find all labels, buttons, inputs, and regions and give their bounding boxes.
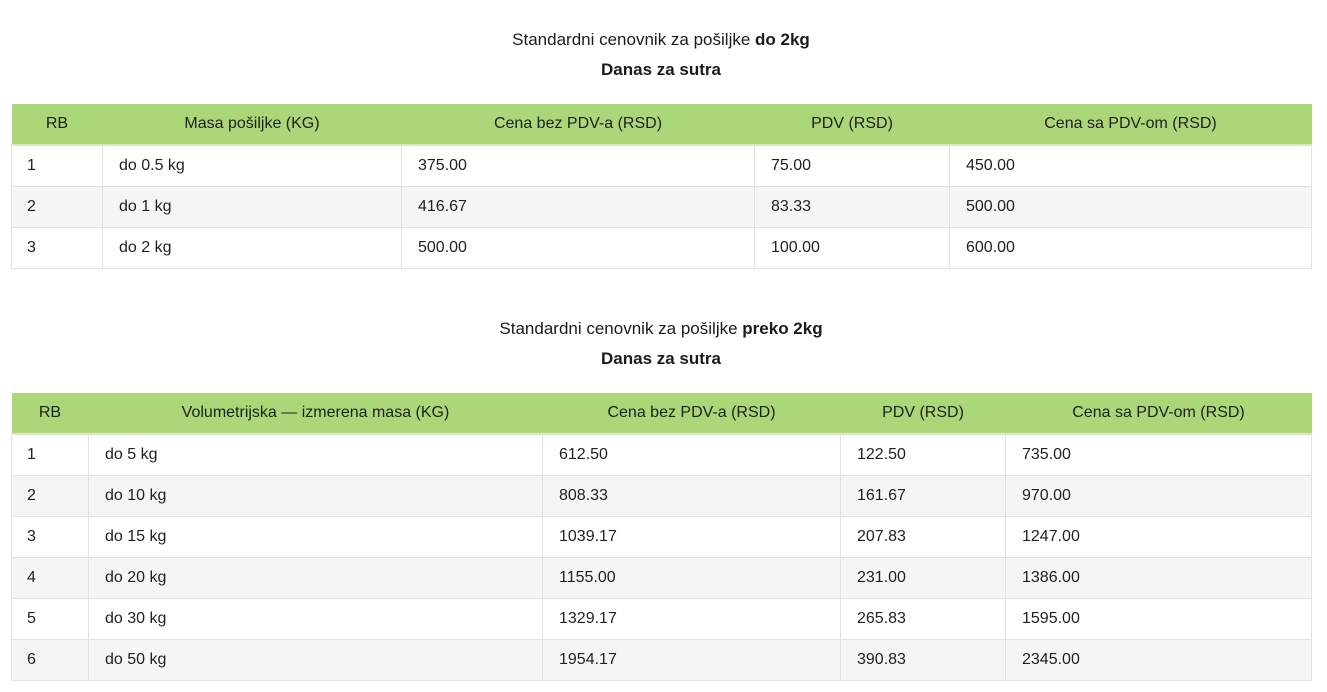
- header-price-without-vat: Cena bez PDV-a (RSD): [401, 104, 755, 146]
- table-header-row: RB Masa pošiljke (KG) Cena bez PDV-a (RS…: [11, 104, 1312, 146]
- header-price-with-vat: Cena sa PDV-om (RSD): [1005, 393, 1312, 435]
- table-title: Standardni cenovnik za pošiljke do 2kg: [11, 28, 1311, 52]
- cell-rb: 2: [11, 475, 89, 517]
- table-title: Standardni cenovnik za pošiljke preko 2k…: [11, 317, 1311, 341]
- cell-price-with-vat: 2345.00: [1005, 639, 1312, 681]
- cell-mass: do 2 kg: [102, 227, 402, 269]
- cell-price-with-vat: 450.00: [949, 144, 1312, 187]
- cell-mass: do 0.5 kg: [102, 144, 402, 187]
- cell-price-with-vat: 1595.00: [1005, 598, 1312, 640]
- cell-mass: do 10 kg: [88, 475, 543, 517]
- cell-rb: 5: [11, 598, 89, 640]
- cell-price-with-vat: 600.00: [949, 227, 1312, 269]
- header-price-without-vat: Cena bez PDV-a (RSD): [542, 393, 841, 435]
- price-table-over-2kg: RB Volumetrijska — izmerena masa (KG) Ce…: [11, 393, 1312, 681]
- cell-rb: 1: [11, 433, 89, 476]
- header-rb: RB: [11, 104, 103, 146]
- cell-rb: 4: [11, 557, 89, 599]
- table-title-strong: preko 2kg: [742, 319, 823, 338]
- table-row: 2 do 10 kg 808.33 161.67 970.00: [11, 475, 1312, 517]
- cell-rb: 2: [11, 186, 103, 228]
- price-list-over-2kg: Standardni cenovnik za pošiljke preko 2k…: [11, 317, 1312, 681]
- table-subtitle: Danas za sutra: [601, 349, 721, 368]
- header-vat: PDV (RSD): [840, 393, 1006, 435]
- cell-rb: 3: [11, 516, 89, 558]
- cell-price-with-vat: 1386.00: [1005, 557, 1312, 599]
- cell-mass: do 30 kg: [88, 598, 543, 640]
- cell-mass: do 1 kg: [102, 186, 402, 228]
- cell-price-without-vat: 1155.00: [542, 557, 841, 599]
- cell-price-without-vat: 1954.17: [542, 639, 841, 681]
- cell-vat: 122.50: [840, 433, 1006, 476]
- cell-mass: do 50 kg: [88, 639, 543, 681]
- cell-vat: 207.83: [840, 516, 1006, 558]
- header-volumetric-mass: Volumetrijska — izmerena masa (KG): [88, 393, 543, 435]
- header-mass: Masa pošiljke (KG): [102, 104, 402, 146]
- table-row: 1 do 5 kg 612.50 122.50 735.00: [11, 433, 1312, 476]
- cell-mass: do 20 kg: [88, 557, 543, 599]
- cell-price-without-vat: 612.50: [542, 433, 841, 476]
- cell-price-without-vat: 375.00: [401, 144, 755, 187]
- cell-price-with-vat: 735.00: [1005, 433, 1312, 476]
- cell-rb: 3: [11, 227, 103, 269]
- table-row: 1 do 0.5 kg 375.00 75.00 450.00: [11, 144, 1312, 187]
- table-row: 5 do 30 kg 1329.17 265.83 1595.00: [11, 598, 1312, 640]
- cell-rb: 1: [11, 144, 103, 187]
- cell-vat: 161.67: [840, 475, 1006, 517]
- table-title-prefix: Standardni cenovnik za pošiljke: [512, 30, 756, 49]
- table-header-row: RB Volumetrijska — izmerena masa (KG) Ce…: [11, 393, 1312, 435]
- cell-vat: 265.83: [840, 598, 1006, 640]
- header-rb: RB: [11, 393, 89, 435]
- cell-rb: 6: [11, 639, 89, 681]
- cell-price-with-vat: 1247.00: [1005, 516, 1312, 558]
- table-row: 2 do 1 kg 416.67 83.33 500.00: [11, 186, 1312, 228]
- cell-vat: 390.83: [840, 639, 1006, 681]
- price-table-under-2kg: RB Masa pošiljke (KG) Cena bez PDV-a (RS…: [11, 104, 1312, 269]
- table-subtitle: Danas za sutra: [601, 60, 721, 79]
- cell-vat: 231.00: [840, 557, 1006, 599]
- table-row: 6 do 50 kg 1954.17 390.83 2345.00: [11, 639, 1312, 681]
- table-row: 3 do 15 kg 1039.17 207.83 1247.00: [11, 516, 1312, 558]
- header-vat: PDV (RSD): [754, 104, 950, 146]
- cell-vat: 83.33: [754, 186, 950, 228]
- cell-mass: do 5 kg: [88, 433, 543, 476]
- cell-mass: do 15 kg: [88, 516, 543, 558]
- table-row: 3 do 2 kg 500.00 100.00 600.00: [11, 227, 1312, 269]
- table-title-prefix: Standardni cenovnik za pošiljke: [499, 319, 743, 338]
- table-row: 4 do 20 kg 1155.00 231.00 1386.00: [11, 557, 1312, 599]
- cell-price-with-vat: 500.00: [949, 186, 1312, 228]
- cell-price-without-vat: 1329.17: [542, 598, 841, 640]
- cell-vat: 100.00: [754, 227, 950, 269]
- cell-price-with-vat: 970.00: [1005, 475, 1312, 517]
- cell-price-without-vat: 500.00: [401, 227, 755, 269]
- price-list-under-2kg: Standardni cenovnik za pošiljke do 2kg D…: [11, 28, 1312, 269]
- cell-price-without-vat: 1039.17: [542, 516, 841, 558]
- cell-price-without-vat: 808.33: [542, 475, 841, 517]
- cell-vat: 75.00: [754, 144, 950, 187]
- cell-price-without-vat: 416.67: [401, 186, 755, 228]
- header-price-with-vat: Cena sa PDV-om (RSD): [949, 104, 1312, 146]
- table-title-strong: do 2kg: [755, 30, 810, 49]
